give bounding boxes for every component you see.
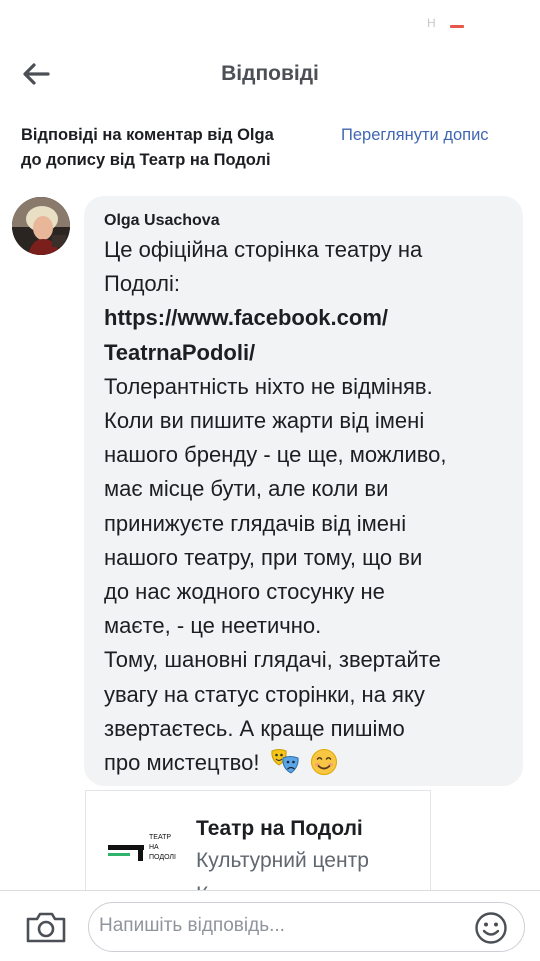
comment-line: Тому, шановні глядачі, звертайте (104, 647, 441, 673)
comment-line: Коли ви пишите жарти від імені (104, 408, 425, 434)
context-bar: Відповіді на коментар від Olga до допису… (0, 108, 540, 184)
emoji-icon (475, 912, 507, 944)
status-bar: H (0, 0, 540, 44)
comment-line: увагу на статус сторінки, на яку (104, 681, 425, 707)
view-post-link[interactable]: Переглянути допис (341, 123, 489, 148)
smiling-face-icon (310, 748, 338, 786)
avatar[interactable] (12, 197, 70, 255)
page-title: Відповіді (221, 62, 319, 85)
theater-masks-icon (270, 748, 300, 786)
logo-text-3: ПОДОЛІ (149, 854, 176, 861)
reply-placeholder: Напишіть відповідь... (99, 915, 285, 936)
reply-bar: Напишіть відповідь... (0, 890, 540, 961)
status-accent-dash (450, 25, 464, 28)
comment-line: Це офіційна сторінка театру на (104, 237, 423, 262)
page-category: Культурний центр (196, 849, 369, 872)
comment-line: має місце бути, але коли ви (104, 476, 389, 502)
comment-last-line: про мистецтво! (104, 746, 505, 786)
comment-line: Подолі: (104, 271, 180, 297)
context-line-1: Відповіді на коментар від Olga (21, 126, 274, 144)
comment-line: маєте, - це неетично. (104, 613, 322, 639)
comment-line: нашого бренду - це ще, можливо, (104, 442, 447, 468)
context-description: Відповіді на коментар від Olga до допису… (21, 123, 321, 173)
context-line-2: до допису від Театр на Подолі (21, 151, 271, 169)
logo-text-1: ТЕАТР (149, 834, 171, 841)
comment-line: Толерантність ніхто не відміняв. (104, 373, 433, 399)
comment-bubble: Olga Usachova Це офіційна сторінка театр… (84, 196, 523, 786)
comment-line: принижуєте глядачів від імені (104, 510, 407, 536)
reply-input[interactable]: Напишіть відповідь... (88, 902, 525, 952)
app-header: Відповіді (0, 44, 540, 109)
avatar-photo (12, 197, 70, 255)
emoji-button[interactable] (474, 911, 508, 945)
comment-link-line-1[interactable]: https://www.facebook.com/ (104, 301, 505, 335)
logo-text-2: НА (149, 844, 159, 851)
camera-button[interactable] (24, 907, 68, 947)
comment-line: до нас жодного стосунку не (104, 579, 385, 605)
page-name: Театр на Подолі (196, 817, 363, 840)
comment-line: звертаєтесь. А краще пишімо (104, 715, 405, 741)
page-logo: ТЕАТР НА ПОДОЛІ (108, 831, 180, 879)
camera-icon (26, 912, 66, 943)
comment-body: Це офіційна сторінка театру на Подолі: h… (104, 233, 505, 786)
comment-line: нашого театру, при тому, що ви (104, 544, 423, 570)
comment-author[interactable]: Olga Usachova (104, 210, 505, 232)
comment-line: про мистецтво! (104, 750, 260, 776)
status-indicator: H (427, 16, 436, 30)
comment-link-line-2[interactable]: TeatrnaPodoli/ (104, 336, 505, 370)
